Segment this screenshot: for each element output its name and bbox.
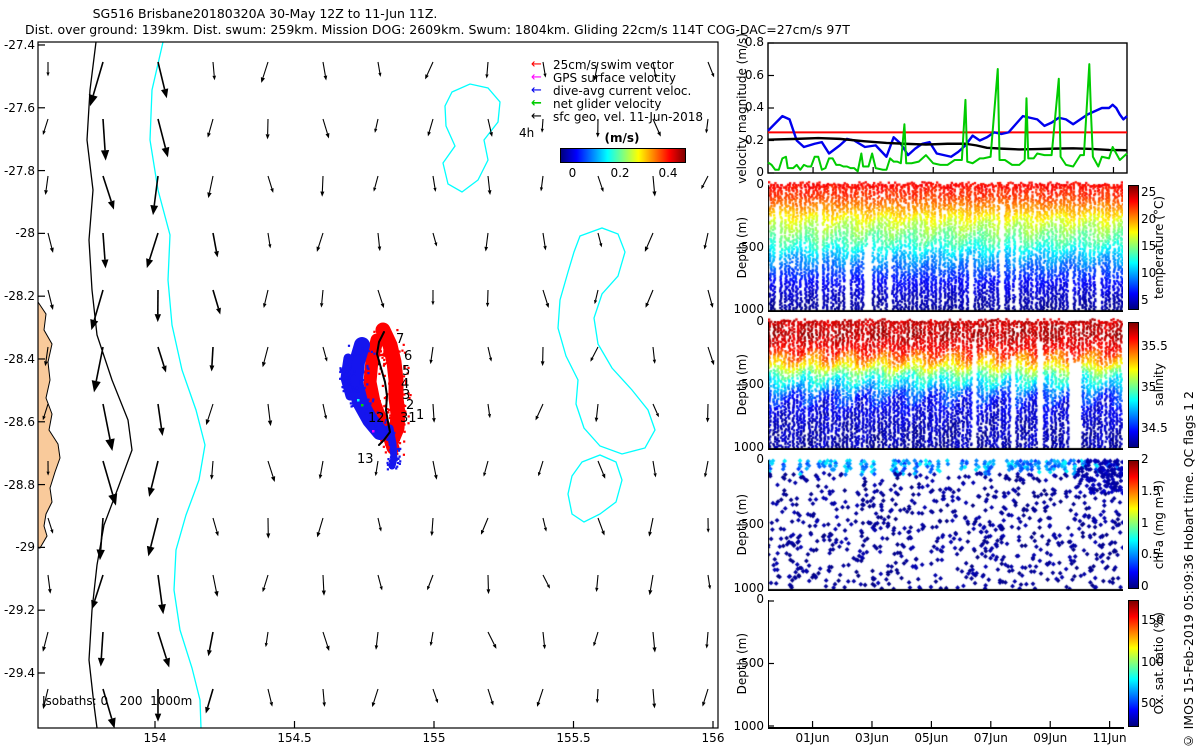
- imos-watermark-wrap: © IMOS 15-Feb-2019 05:09:36 Hobart time.…: [1178, 120, 1198, 748]
- date-tick: 09Jun: [1033, 731, 1068, 745]
- legend-entry: ← GPS surface velocity: [531, 70, 703, 85]
- oxygen-ylabel-wrap: Depth (m): [733, 600, 751, 727]
- velocity-panel: [767, 42, 1128, 174]
- map-velocity-colorbar: [560, 148, 686, 163]
- isobath-1000m-eddy-east: [557, 227, 656, 455]
- oxygen-colorbar-label-wrap: Ox. sat. ratio (%): [1150, 592, 1168, 735]
- map-lon-tick: 154: [143, 731, 167, 745]
- map-lon-tick: 156: [701, 731, 725, 745]
- date-tick: 01Jun: [795, 731, 830, 745]
- chla-panel: [768, 454, 1123, 591]
- track-mark: [372, 430, 375, 433]
- map-lat-tick: -28: [15, 226, 35, 241]
- legend-entry: ← 25cm/s swim vector: [531, 57, 703, 72]
- track-day-label: 13: [357, 452, 374, 467]
- isobath-1000m-eddy-small: [567, 454, 623, 523]
- velocity-ylabel-wrap: velocity magnitude (m/s): [733, 33, 751, 184]
- map-colorbar-tick: 0: [568, 166, 577, 180]
- date-tick: 07Jun: [973, 731, 1008, 745]
- legend-entry-label: GPS surface velocity: [553, 70, 677, 85]
- legend-entry: ← sfc geo. vel. 11-Jun-2018: [531, 109, 703, 124]
- temperature-colorbar: [1128, 185, 1139, 310]
- legend-arrow-icon: ←: [531, 57, 542, 72]
- legend-entry: ← net glider velocity: [531, 96, 703, 111]
- legend-entry-label: sfc geo. vel. 11-Jun-2018: [553, 109, 703, 124]
- land-mass: [37, 300, 61, 549]
- track-day-label: 6: [404, 349, 412, 364]
- date-tick: 05Jun: [914, 731, 949, 745]
- glider-track: 76543231 11213: [339, 322, 424, 471]
- oxygen-panel-ticks: [768, 600, 1111, 727]
- velocity-ylabel: velocity magnitude (m/s): [735, 32, 749, 184]
- legend-arrow-icon: ←: [531, 70, 542, 85]
- map-lat-tick: -27.8: [3, 163, 35, 178]
- date-tick: 03Jun: [854, 731, 889, 745]
- map-lat-tick: -28.6: [3, 414, 35, 429]
- chla-colorbar-label: chl-a (mg m-3): [1152, 479, 1166, 570]
- date-tick: 11Jun: [1092, 731, 1127, 745]
- map-lat-tick: -27.4: [3, 37, 35, 52]
- chla-colorbar-tick: 2: [1141, 452, 1149, 466]
- track-day-label: 1: [416, 408, 424, 423]
- map-lat-tick: -29.2: [3, 603, 35, 618]
- temperature-colorbar-label: temperature (°C): [1152, 196, 1166, 299]
- oxygen-colorbar: [1128, 600, 1139, 727]
- chla-colorbar-tick: 0: [1141, 579, 1149, 593]
- glider-mission-figure: SG516 Brisbane20180320A 30-May 12Z to 11…: [0, 0, 1200, 750]
- map-lat-tick: -29.4: [3, 665, 35, 680]
- map-legend: ← 25cm/s swim vector ← GPS surface velocity…: [531, 57, 703, 124]
- salinity-depth-tick: 0: [756, 314, 764, 328]
- map-lat-tick: -27.6: [3, 100, 35, 115]
- salinity-ylabel: Depth (m): [735, 354, 749, 416]
- chla-ylabel: Depth (m): [735, 493, 749, 556]
- track-day-label: 7: [396, 332, 404, 347]
- map-lat-tick: -28.2: [3, 289, 35, 304]
- salinity-colorbar-label: salinity: [1152, 363, 1166, 407]
- map-lat-tick: -28.8: [3, 477, 35, 492]
- oxygen-colorbar-label: Ox. sat. ratio (%): [1152, 612, 1166, 715]
- oxygen-depth-tick: 0: [756, 592, 764, 606]
- temperature-ylabel-wrap: Depth (m): [733, 185, 751, 310]
- map-lon-tick: 155.5: [556, 731, 591, 745]
- map-colorbar-tick: 0.4: [658, 166, 678, 180]
- temperature-ylabel: Depth (m): [735, 216, 749, 279]
- salinity-panel: [768, 316, 1123, 450]
- track-day-label: 12: [368, 411, 385, 426]
- isobath-1000m-eddy-north: [442, 83, 501, 193]
- temperature-colorbar-label-wrap: temperature (°C): [1150, 177, 1168, 318]
- map-colorbar-title: (m/s): [604, 131, 640, 145]
- temperature-colorbar-tick: 5: [1141, 293, 1149, 308]
- temperature-panel: [768, 179, 1123, 312]
- chla-ylabel-wrap: Depth (m): [733, 460, 751, 589]
- legend-entry-label: net glider velocity: [553, 96, 662, 111]
- salinity-colorbar: [1128, 322, 1139, 448]
- salinity-ylabel-wrap: Depth (m): [733, 322, 751, 448]
- map-lon-tick: 155: [422, 731, 446, 745]
- map-lat-tick: -29: [15, 540, 35, 555]
- track-day-label: 31: [400, 411, 417, 426]
- isobath-note: Isobaths: 0 200 1000m: [42, 694, 193, 708]
- chla-depth-tick: 0: [756, 452, 764, 466]
- legend-arrow-icon: ←: [531, 109, 542, 124]
- track-mark: [357, 399, 360, 402]
- oxygen-ylabel: Depth (m): [735, 632, 749, 695]
- map-lat-tick: -28.4: [3, 351, 35, 366]
- legend-entry: ← dive-avg current veloc.: [531, 83, 703, 98]
- legend-arrow-icon: ←: [531, 96, 542, 111]
- chla-colorbar-label-wrap: chl-a (mg m-3): [1150, 452, 1168, 597]
- salinity-colorbar-label-wrap: salinity: [1150, 314, 1168, 456]
- temperature-depth-tick: 0: [756, 177, 764, 191]
- legend-window-label: 4h: [519, 126, 535, 140]
- imos-watermark: © IMOS 15-Feb-2019 05:09:36 Hobart time.…: [1180, 390, 1196, 748]
- track-mark: [361, 404, 364, 407]
- legend-arrow-icon: ←: [531, 83, 542, 98]
- map-lon-tick: 154.5: [277, 731, 312, 745]
- map-colorbar-tick: 0.2: [610, 166, 630, 180]
- chla-colorbar: [1128, 460, 1139, 589]
- legend-entry-label: dive-avg current veloc.: [553, 83, 692, 98]
- chla-colorbar-tick: 1: [1141, 515, 1149, 530]
- legend-entry-label: 25cm/s swim vector: [553, 57, 674, 72]
- isobath-1000m: [149, 41, 206, 729]
